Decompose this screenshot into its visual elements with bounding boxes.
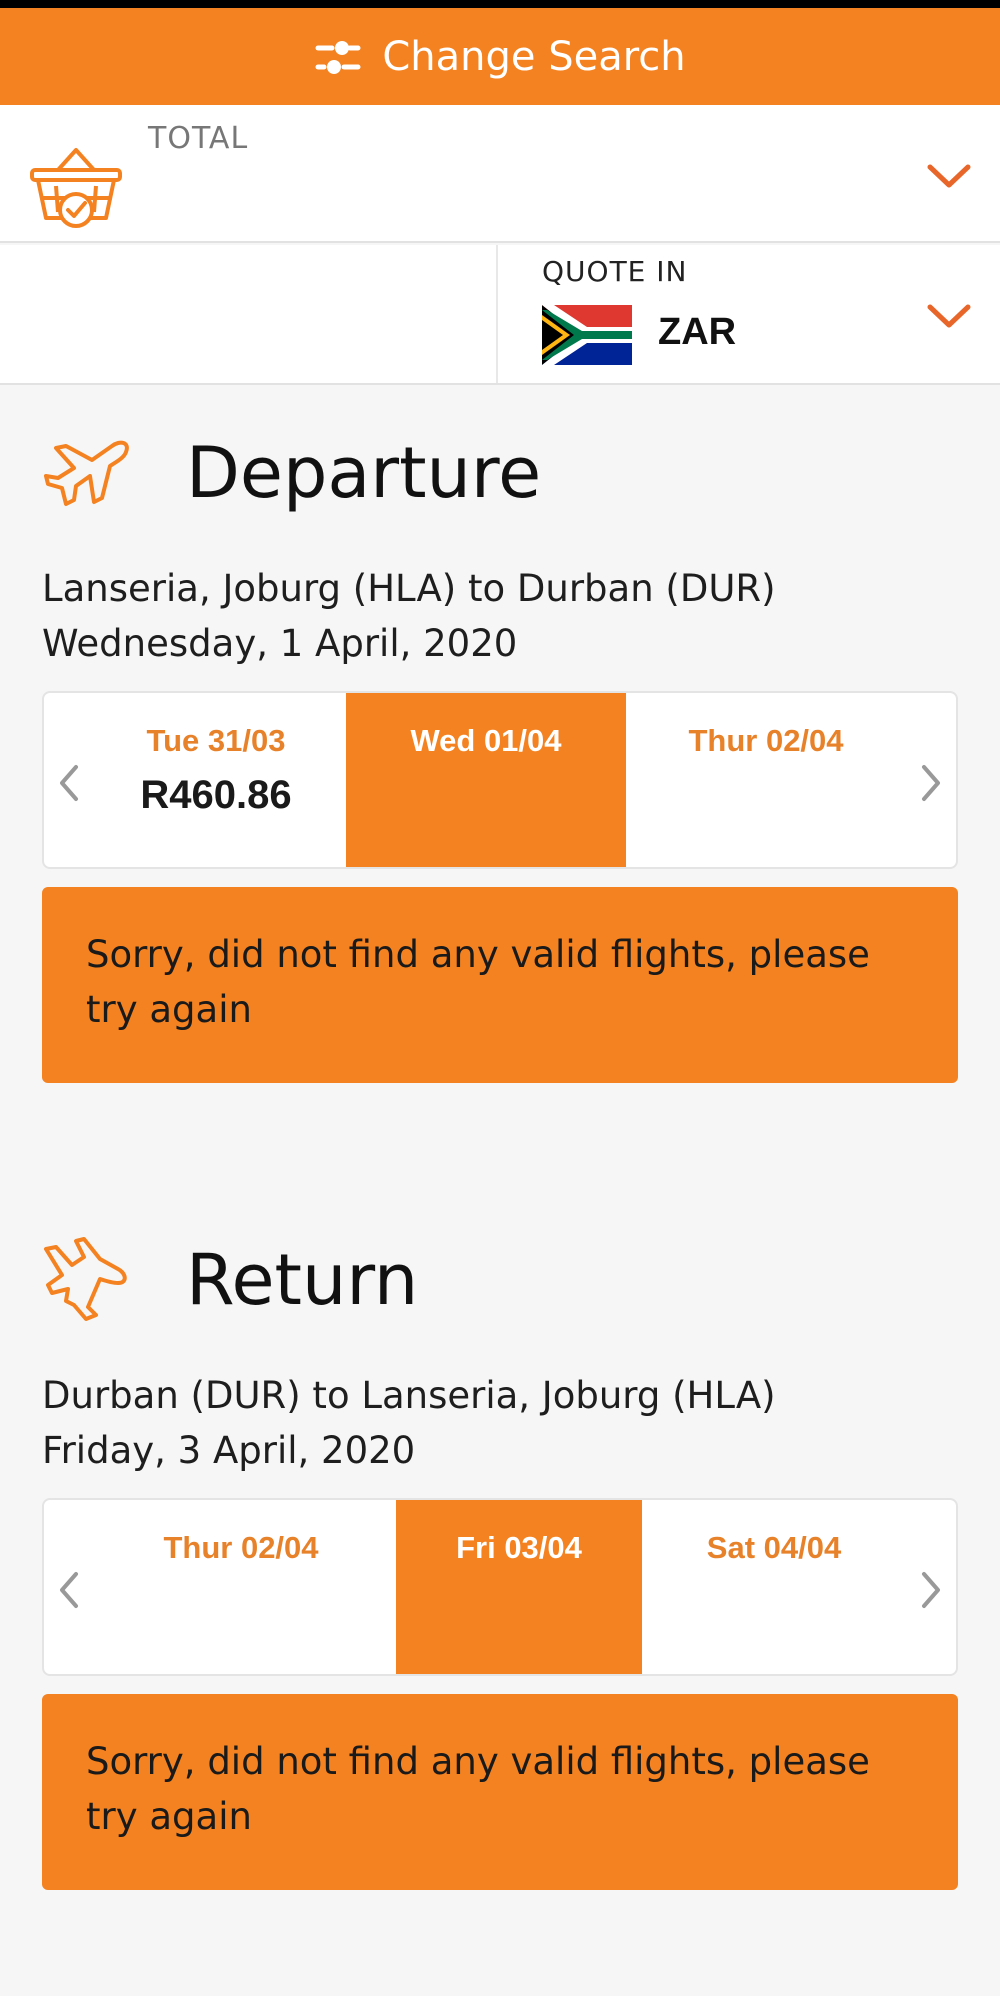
total-dropdown[interactable]: TOTAL <box>0 105 1000 243</box>
departure-error-message: Sorry, did not find any valid flights, p… <box>42 887 958 1083</box>
date-tab-fri-0304[interactable]: Fri 03/04 <box>396 1500 642 1674</box>
departure-date-selector: Tue 31/03 R460.86 Wed 01/04 Thur 02/04 <box>42 691 958 869</box>
date-label: Wed 01/04 <box>410 723 562 758</box>
chevron-right-icon[interactable] <box>920 763 944 803</box>
date-label: Thur 02/04 <box>688 723 844 758</box>
return-route: Durban (DUR) to Lanseria, Joburg (HLA) <box>42 1374 776 1417</box>
date-label: Tue 31/03 <box>146 723 286 758</box>
departure-route: Lanseria, Joburg (HLA) to Durban (DUR) <box>42 567 776 610</box>
sliders-icon <box>315 40 361 74</box>
date-tab-thur-0204[interactable]: Thur 02/04 <box>88 1500 394 1674</box>
chevron-down-icon[interactable] <box>926 161 972 191</box>
chevron-down-icon[interactable] <box>926 301 972 331</box>
plane-takeoff-icon <box>44 440 129 506</box>
currency-selector[interactable]: QUOTE IN ZAR <box>0 245 1000 385</box>
departure-date: Wednesday, 1 April, 2020 <box>42 622 518 665</box>
departure-title: Departure <box>186 432 542 514</box>
change-search-label: Change Search <box>382 33 686 80</box>
currency-spacer <box>0 245 498 383</box>
south-africa-flag-icon <box>542 305 632 365</box>
date-tab-tue-3103[interactable]: Tue 31/03 R460.86 <box>88 693 344 867</box>
return-title: Return <box>186 1239 419 1321</box>
return-date: Friday, 3 April, 2020 <box>42 1429 416 1472</box>
currency-code: ZAR <box>658 311 737 353</box>
date-price: R460.86 <box>140 773 292 817</box>
return-route-info: Durban (DUR) to Lanseria, Joburg (HLA) F… <box>42 1368 776 1478</box>
chevron-right-icon[interactable] <box>920 1570 944 1610</box>
plane-landing-icon <box>44 1237 127 1321</box>
date-tab-thur-0204[interactable]: Thur 02/04 <box>626 693 906 867</box>
return-date-selector: Thur 02/04 Fri 03/04 Sat 04/04 <box>42 1498 958 1676</box>
date-tab-sat-0404[interactable]: Sat 04/04 <box>642 1500 906 1674</box>
departure-route-info: Lanseria, Joburg (HLA) to Durban (DUR) W… <box>42 561 776 671</box>
date-label: Fri 03/04 <box>456 1530 582 1565</box>
return-header: Return <box>0 1235 1000 1345</box>
return-error-message: Sorry, did not find any valid flights, p… <box>42 1694 958 1890</box>
chevron-left-icon[interactable] <box>56 763 80 803</box>
date-label: Sat 04/04 <box>706 1530 842 1565</box>
chevron-left-icon[interactable] <box>56 1570 80 1610</box>
total-label: TOTAL <box>148 121 249 156</box>
date-label: Thur 02/04 <box>163 1530 319 1565</box>
date-tab-wed-0104[interactable]: Wed 01/04 <box>346 693 626 867</box>
basket-icon <box>30 148 122 228</box>
status-bar <box>0 0 1000 8</box>
quote-in-label: QUOTE IN <box>542 255 688 288</box>
change-search-button[interactable]: Change Search <box>0 8 1000 105</box>
departure-header: Departure <box>0 428 1000 538</box>
